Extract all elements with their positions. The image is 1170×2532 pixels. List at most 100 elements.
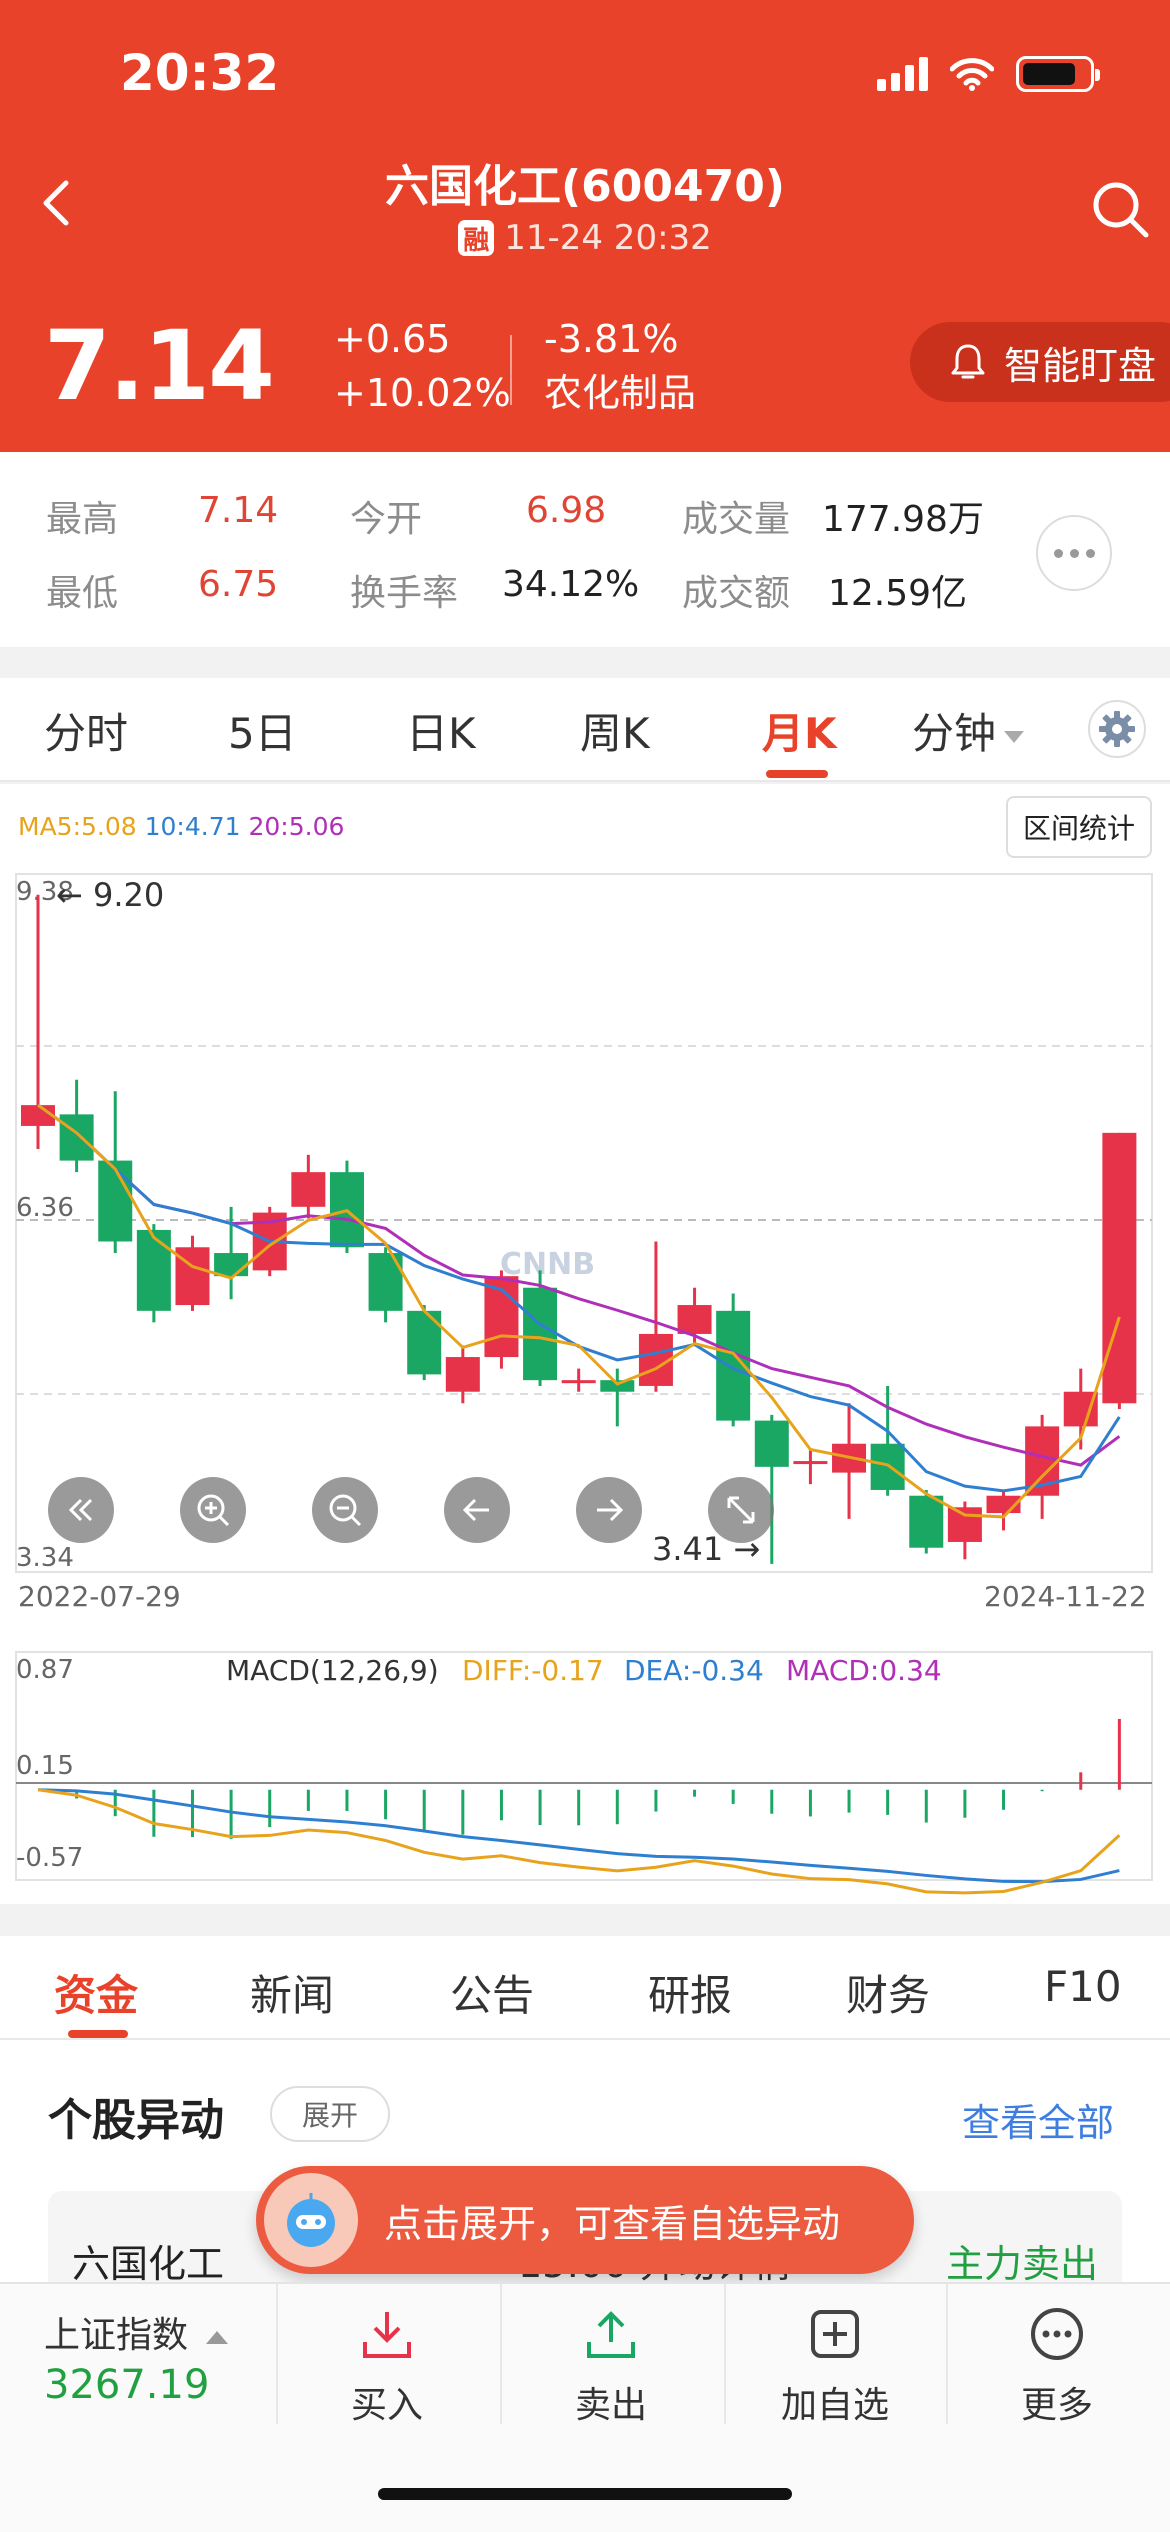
candle-body [21, 1105, 55, 1126]
arrow-left-icon [462, 1498, 489, 1522]
detail-tabs: 资金 新闻 公告 研报 财务 F10 [0, 1936, 1170, 2040]
upload-icon [587, 2311, 635, 2358]
sell-button[interactable]: 卖出 [536, 2304, 686, 2428]
tab-5day[interactable]: 5日 [228, 700, 297, 761]
add-watchlist-label: 加自选 [780, 2385, 889, 2426]
turnover-value: 34.12% [502, 564, 640, 605]
more-label: 更多 [1020, 2385, 1093, 2426]
zoom-out-button[interactable] [312, 1477, 378, 1543]
quote-datetime: 11-24 20:32 [504, 218, 712, 258]
view-all-link[interactable]: 查看全部 [962, 2092, 1114, 2147]
candle-body [98, 1160, 133, 1242]
zoom-in-button[interactable] [180, 1477, 246, 1543]
divider [510, 335, 512, 405]
candle-body [793, 1461, 828, 1465]
search-icon[interactable] [1086, 175, 1156, 245]
macd-histogram [75, 1719, 1121, 1839]
tab-capital[interactable]: 资金 [54, 1962, 138, 2023]
amount-label: 成交额 [682, 573, 791, 614]
watchlist-toast[interactable]: 点击展开，可查看自选异动 [256, 2166, 914, 2274]
abnormal-title: 个股异动 [48, 2095, 224, 2146]
high-value: 7.14 [198, 490, 279, 531]
more-button[interactable]: 更多 [982, 2304, 1132, 2428]
row-stock-name: 六国化工 [72, 2242, 225, 2286]
rewind-button[interactable] [48, 1477, 114, 1543]
download-icon [363, 2312, 411, 2358]
wifi-icon [950, 58, 994, 91]
buy-label: 买入 [350, 2385, 423, 2426]
margin-badge: 融 [458, 220, 495, 256]
last-price: 7.14 [44, 310, 275, 422]
expand-icon [727, 1496, 755, 1524]
double-left-icon [68, 1498, 93, 1522]
macd-bottom-label: -0.57 [16, 1843, 83, 1873]
price-change: +0.65 +10.02% [334, 312, 511, 420]
chart-settings-button[interactable] [1088, 700, 1146, 758]
sector-change: -3.81% [544, 317, 679, 361]
candlestick-chart[interactable]: 9.38 6.36 3.34 CNNB ← 9.20 3.41 → 2022-0… [0, 784, 1170, 1904]
divider [276, 2284, 278, 2424]
chart-period-tabs: 分时 5日 日K 周K 月K 分钟 [0, 678, 1170, 782]
signal-icon [877, 57, 928, 91]
kline-chart-area: MA5:5.08 10:4.71 20:5.06 区间统计 9.38 6.36 … [0, 784, 1170, 1904]
diff-label: DIFF:-0.17 [462, 1654, 604, 1687]
candles-group [21, 894, 1137, 1564]
sector-info[interactable]: -3.81% 农化制品 [544, 312, 696, 420]
candle-body [754, 1420, 789, 1467]
tab-weekly-k[interactable]: 周K [580, 700, 650, 761]
candle-body [214, 1253, 249, 1277]
stock-title: 六国化工(600470) [385, 161, 785, 212]
candle-body [291, 1172, 326, 1207]
index-name: 上证指数 [44, 2306, 229, 2358]
y-mid-label: 6.36 [16, 1193, 74, 1223]
stock-header: 20:32 六国化工(600470) 融 11-24 20:32 7.14 +0… [0, 0, 1170, 452]
macd-value-label: MACD:0.34 [786, 1654, 942, 1687]
candle-body [1102, 1132, 1137, 1404]
candle-body [677, 1305, 712, 1334]
app-root: 20:32 六国化工(600470) 融 11-24 20:32 7.14 +0… [0, 0, 1170, 2532]
tab-f10[interactable]: F10 [1044, 1962, 1122, 2011]
buy-button[interactable]: 买入 [312, 2304, 462, 2428]
amount-value: 12.59亿 [828, 573, 968, 614]
candle-body [445, 1357, 480, 1392]
volume-value: 177.98万 [822, 499, 984, 540]
divider [500, 2284, 502, 2424]
tab-minute[interactable]: 分钟 [912, 700, 1025, 761]
candle-body [870, 1443, 905, 1490]
index-name-text: 上证指数 [44, 2315, 189, 2356]
change-percent: +10.02% [334, 371, 511, 415]
macd-mid-label: 0.15 [16, 1751, 74, 1781]
sector-name: 农化制品 [544, 371, 697, 415]
tab-research[interactable]: 研报 [648, 1962, 732, 2023]
tab-financials[interactable]: 财务 [846, 1962, 930, 2023]
chevron-down-icon [1004, 730, 1025, 743]
expand-button[interactable]: 展开 [270, 2086, 390, 2142]
home-indicator [378, 2488, 792, 2500]
date-end-label: 2024-11-22 [984, 1580, 1147, 1613]
max-price-marker: ← 9.20 [56, 876, 164, 914]
battery-icon [1016, 56, 1100, 92]
tab-monthly-k[interactable]: 月K [762, 700, 837, 761]
scroll-right-button[interactable] [576, 1477, 642, 1543]
plus-square-icon [811, 2310, 859, 2358]
add-watchlist-button[interactable]: 加自选 [760, 2304, 910, 2428]
caret-up-icon [206, 2330, 229, 2344]
smart-watch-button[interactable]: 智能盯盘 [910, 322, 1170, 402]
fullscreen-button[interactable] [708, 1477, 774, 1543]
smart-watch-label: 智能盯盘 [1004, 343, 1157, 388]
tab-daily-k[interactable]: 日K [406, 700, 476, 761]
more-quote-button[interactable] [1036, 515, 1112, 591]
ma5-line [37, 1103, 1121, 1519]
row-tag: 主力卖出 [945, 2242, 1098, 2286]
change-amount: +0.65 [334, 317, 451, 361]
candle-body [59, 1114, 94, 1161]
dea-label: DEA:-0.34 [624, 1654, 764, 1687]
tab-announcements[interactable]: 公告 [450, 1962, 534, 2023]
scroll-left-button[interactable] [444, 1477, 510, 1543]
tab-intraday[interactable]: 分时 [44, 700, 128, 761]
high-label: 最高 [46, 499, 119, 540]
candle-body [561, 1380, 596, 1384]
tab-news[interactable]: 新闻 [250, 1962, 334, 2023]
low-value: 6.75 [198, 564, 279, 605]
more-dots-icon [1031, 2308, 1083, 2360]
